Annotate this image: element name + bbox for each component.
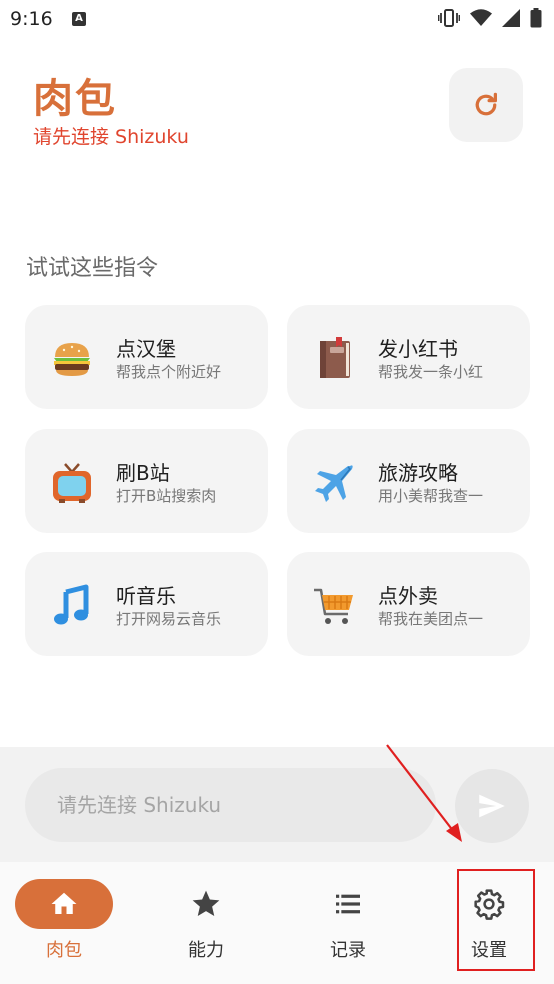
- card-title: 点汉堡: [116, 337, 176, 361]
- star-icon: [192, 890, 220, 916]
- command-card-music[interactable]: 听音乐 打开网易云音乐: [25, 552, 268, 656]
- card-description: 打开B站搜索肉: [116, 487, 217, 505]
- suggestions-heading: 试试这些指令: [26, 256, 159, 281]
- card-description: 帮我点个附近好: [116, 363, 222, 381]
- battery-icon: [530, 8, 542, 28]
- app-title: 肉包: [33, 76, 117, 122]
- refresh-icon: [475, 92, 497, 116]
- annotation-arrow: [386, 744, 462, 842]
- tv-icon: [53, 463, 91, 503]
- status-time: 9:16: [10, 8, 53, 30]
- nav-label: 能力: [188, 940, 224, 961]
- burger-icon: [54, 343, 90, 376]
- connection-status: 请先连接 Shizuku: [33, 126, 189, 148]
- card-description: 用小美帮我查一: [378, 487, 484, 505]
- card-title: 听音乐: [116, 584, 176, 608]
- annotation-highlight-box: [457, 869, 535, 971]
- command-card-travel[interactable]: 旅游攻略 用小美帮我查一: [287, 429, 530, 533]
- list-icon: [336, 894, 360, 914]
- book-icon: [320, 337, 350, 378]
- nav-item-abilities[interactable]: 能力: [137, 862, 275, 984]
- notification-app-icon: A: [72, 12, 86, 26]
- command-card-takeout[interactable]: 点外卖 帮我在美团点一: [287, 552, 530, 656]
- home-icon: [51, 892, 77, 914]
- shopping-cart-icon: [314, 588, 353, 624]
- card-title: 刷B站: [116, 461, 170, 485]
- nav-active-indicator: [15, 879, 113, 929]
- nav-label: 肉包: [46, 940, 82, 961]
- status-bar: 9:16 A: [0, 0, 554, 40]
- vibrate-icon: [438, 9, 460, 27]
- card-description: 帮我发一条小红: [378, 363, 484, 381]
- nav-item-records[interactable]: 记录: [279, 862, 417, 984]
- nav-item-home[interactable]: 肉包: [0, 862, 133, 984]
- music-note-icon: [54, 584, 89, 625]
- command-card-burger[interactable]: 点汉堡 帮我点个附近好: [25, 305, 268, 409]
- command-input[interactable]: [25, 768, 436, 842]
- card-description: 打开网易云音乐: [116, 610, 222, 628]
- command-card-bilibili[interactable]: 刷B站 打开B站搜索肉: [25, 429, 268, 533]
- command-card-xiaohongshu[interactable]: 发小红书 帮我发一条小红: [287, 305, 530, 409]
- nav-label: 记录: [330, 940, 366, 961]
- send-icon: [479, 794, 505, 818]
- card-title: 发小红书: [378, 337, 458, 361]
- wifi-icon: [470, 9, 492, 26]
- card-title: 点外卖: [378, 584, 438, 608]
- signal-icon: [502, 9, 520, 27]
- card-description: 帮我在美团点一: [378, 610, 484, 628]
- status-indicators: [438, 8, 542, 28]
- refresh-button[interactable]: [449, 68, 523, 142]
- card-title: 旅游攻略: [378, 461, 458, 485]
- airplane-icon: [315, 465, 353, 502]
